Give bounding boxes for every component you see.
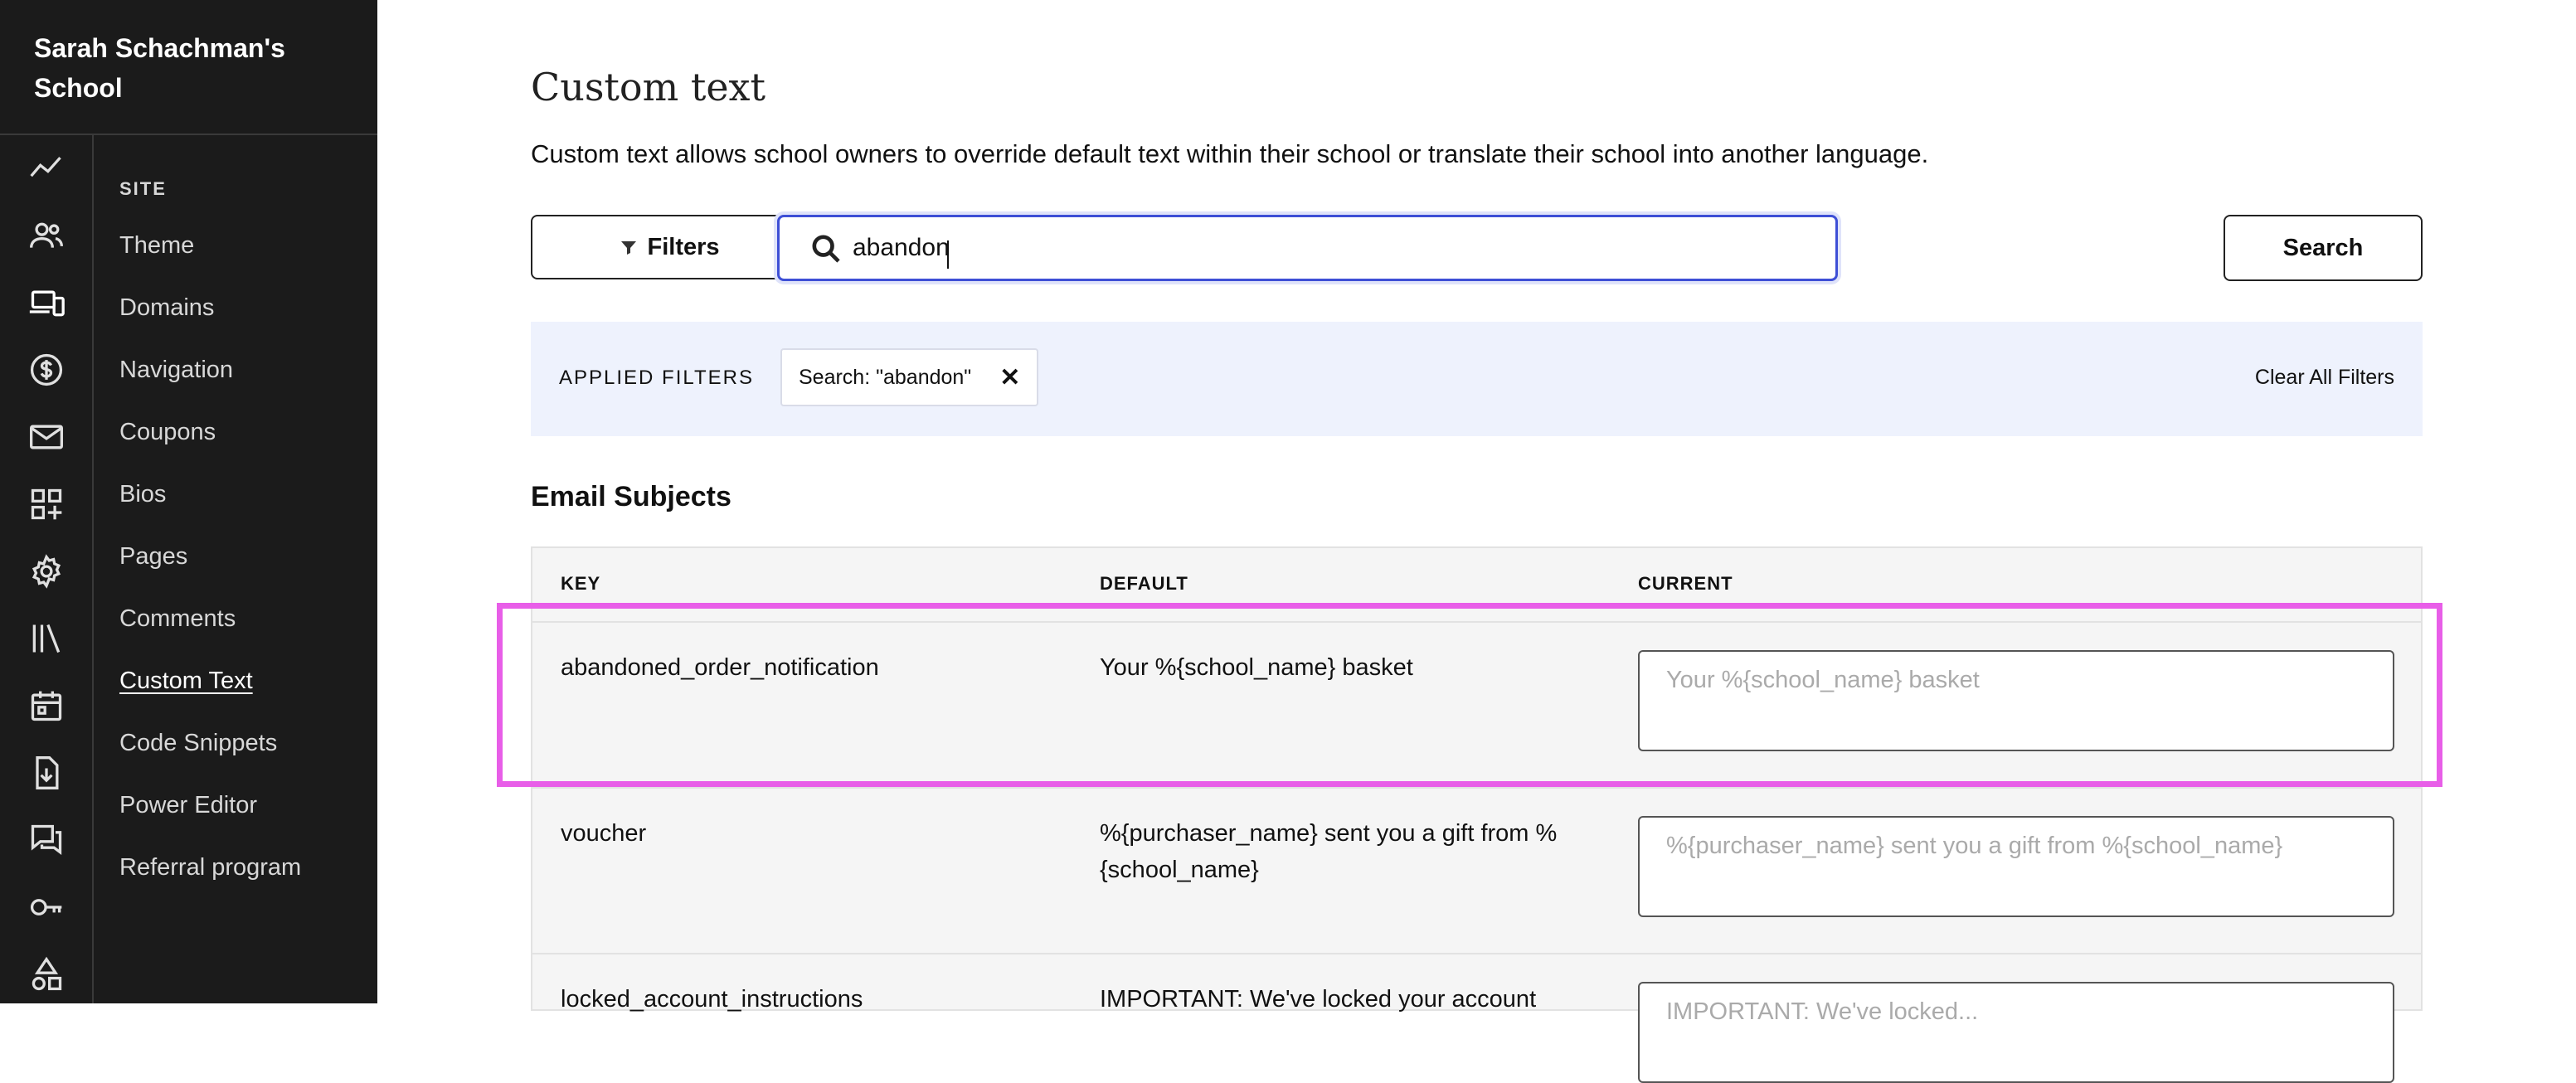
filter-chip-label: Search: "abandon" [799, 365, 972, 389]
close-icon[interactable]: ✕ [999, 363, 1020, 392]
column-header-current: CURRENT [1638, 573, 1733, 594]
row-key: abandoned_order_notification [561, 654, 879, 681]
table-row: abandoned_order_notification Your %{scho… [532, 621, 2421, 789]
search-icon [812, 235, 840, 263]
filter-icon [621, 241, 637, 255]
sidebar-item-pages[interactable]: Pages [119, 542, 187, 571]
sidebar: Sarah Schachman's School SITE Theme Doma… [0, 0, 377, 1003]
sidebar-item-referral-program[interactable]: Referral program [119, 852, 301, 882]
library-icon[interactable] [28, 620, 65, 657]
apps-add-icon[interactable] [28, 486, 65, 522]
filter-chip-search: Search: "abandon" ✕ [780, 348, 1039, 406]
search-button[interactable]: Search [2224, 215, 2423, 281]
analytics-icon[interactable] [28, 150, 65, 187]
gear-icon[interactable] [28, 553, 65, 590]
school-name[interactable]: Sarah Schachman's School [34, 28, 349, 108]
sidebar-item-code-snippets[interactable]: Code Snippets [119, 728, 277, 758]
key-icon[interactable] [28, 889, 65, 925]
dollar-icon[interactable] [28, 352, 65, 388]
sidebar-item-bios[interactable]: Bios [119, 479, 166, 509]
row-key: locked_account_instructions [561, 986, 863, 1013]
applied-filters-label: APPLIED FILTERS [559, 367, 754, 389]
filters-button[interactable]: Filters [531, 215, 808, 279]
row-default: Your %{school_name} basket [1100, 654, 1413, 681]
download-icon[interactable] [28, 755, 65, 791]
row-default: %{purchaser_name} sent you a gift from %… [1100, 820, 1558, 883]
devices-icon[interactable] [28, 284, 65, 321]
text-caret [947, 240, 949, 269]
chat-icon[interactable] [28, 822, 65, 858]
users-icon[interactable] [28, 217, 65, 254]
current-text-input[interactable] [1638, 982, 2394, 1083]
icon-rail [0, 135, 94, 1003]
column-header-key: KEY [561, 573, 601, 594]
sidebar-item-power-editor[interactable]: Power Editor [119, 790, 257, 820]
clear-all-filters-link[interactable]: Clear All Filters [2255, 366, 2394, 390]
current-text-input[interactable] [1638, 816, 2394, 917]
shapes-icon[interactable] [28, 956, 65, 993]
current-text-input[interactable] [1638, 650, 2394, 751]
sidebar-item-custom-text[interactable]: Custom Text [119, 666, 253, 696]
sidebar-item-navigation[interactable]: Navigation [119, 355, 233, 385]
custom-text-table: KEY DEFAULT CURRENT abandoned_order_noti… [531, 546, 2423, 1083]
sidebar-item-theme[interactable]: Theme [119, 231, 194, 260]
row-key: voucher [561, 820, 647, 847]
section-label-site: SITE [119, 178, 167, 199]
sidebar-item-domains[interactable]: Domains [119, 293, 214, 323]
page-title: Custom text [531, 65, 766, 109]
mail-icon[interactable] [28, 419, 65, 455]
section-title-email-subjects: Email Subjects [531, 481, 731, 512]
sidebar-item-coupons[interactable]: Coupons [119, 417, 216, 447]
calendar-icon[interactable] [28, 687, 65, 724]
search-input[interactable] [853, 229, 1806, 267]
page-description: Custom text allows school owners to over… [531, 139, 1929, 168]
applied-filters-bar: APPLIED FILTERS Search: "abandon" ✕ Clea… [531, 322, 2423, 436]
column-header-default: DEFAULT [1100, 573, 1188, 594]
sidebar-item-comments[interactable]: Comments [119, 604, 236, 634]
search-box[interactable] [777, 215, 1838, 281]
row-default: IMPORTANT: We've locked your account [1100, 986, 1537, 1013]
table-row: voucher %{purchaser_name} sent you a gif… [532, 787, 2421, 954]
table-row: locked_account_instructions IMPORTANT: W… [532, 953, 2421, 1083]
filters-button-label: Filters [647, 233, 720, 260]
